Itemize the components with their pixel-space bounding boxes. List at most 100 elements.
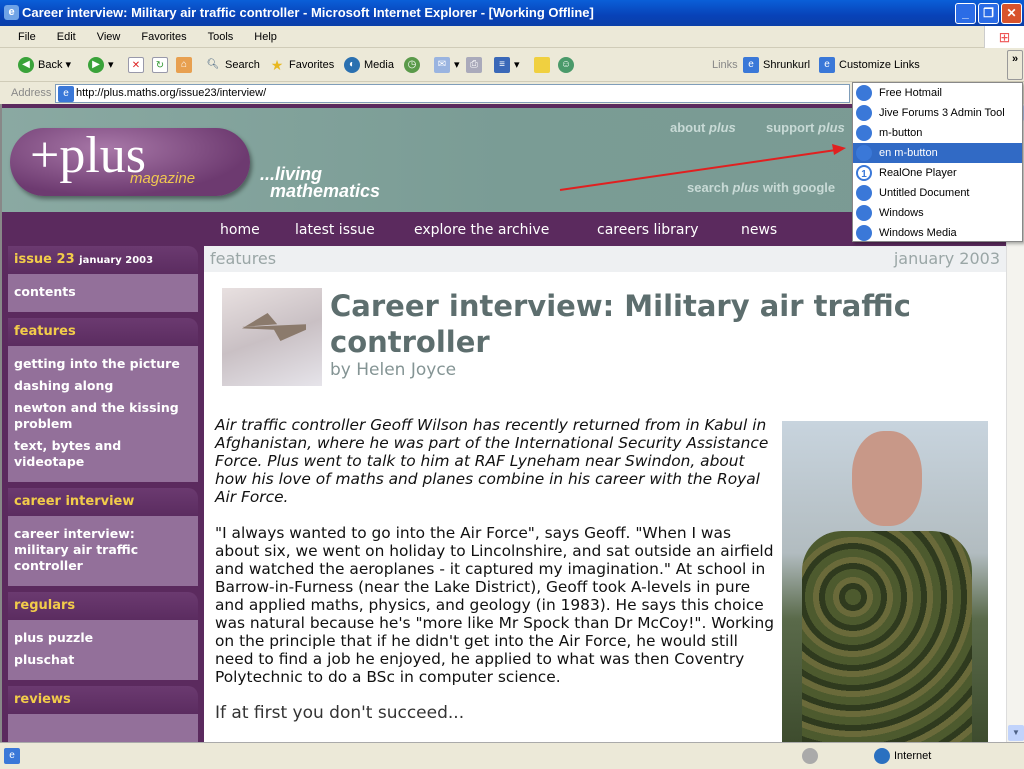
forward-button[interactable]: ▶ ▾ (88, 57, 114, 74)
media-button[interactable]: ◐ Media (344, 57, 394, 74)
jet-plane-image (222, 288, 322, 386)
address-input[interactable]: e http://plus.maths.org/issue23/intervie… (55, 84, 850, 103)
media-globe-icon: ◐ (344, 57, 360, 74)
ie-page-icon: e (4, 748, 20, 764)
close-button[interactable]: ✕ (1001, 3, 1022, 24)
links-chevron-button[interactable]: » (1007, 50, 1023, 80)
menu-item-windows[interactable]: Windows (853, 203, 1022, 223)
menu-item-realone-player[interactable]: 1 RealOne Player (853, 163, 1022, 183)
stop-button[interactable]: ✕ (128, 57, 148, 74)
nav-home[interactable]: home (220, 222, 260, 238)
links-label: Links (712, 59, 738, 71)
sidebar-item[interactable]: pluschat (14, 652, 192, 668)
article-paragraph: "I always wanted to go into the Air Forc… (215, 524, 775, 686)
ie-page-icon (856, 185, 872, 201)
sidebar-item[interactable]: text, bytes and videotape (14, 438, 192, 470)
sidebar-contents[interactable]: contents (14, 284, 192, 300)
sidebar-item[interactable]: plus puzzle (14, 630, 192, 646)
toolbar: ◀ Back ▾ ▶ ▾ ✕ ↻ ⌂ 🔍︎ Search ★ Favorites ◐ Me… (0, 48, 1024, 82)
home-icon: ⌂ (176, 57, 192, 74)
ie-page-icon (856, 225, 872, 241)
nav-latest-issue[interactable]: latest issue (295, 222, 375, 238)
tagline: ...living mathematics (260, 164, 381, 201)
edit-button[interactable]: ≡ ▾ (494, 57, 520, 74)
messenger-button[interactable]: ☺ (558, 57, 578, 74)
ie-icon: e (4, 5, 19, 20)
forward-arrow-icon: ▶ (88, 57, 104, 74)
discuss-button[interactable] (534, 57, 554, 74)
menu-help[interactable]: Help (254, 31, 277, 43)
sidebar-item[interactable]: newton and the kissing problem (14, 400, 192, 432)
article: features january 2003 Career interview: M… (204, 246, 1006, 742)
nav-news[interactable]: news (741, 222, 777, 238)
sidebar-features-heading: features (8, 318, 198, 346)
article-body: Air traffic controller Geoff Wilson has … (215, 416, 775, 722)
menu-item-en-m-button[interactable]: en m-button (853, 143, 1022, 163)
ie-page-icon: e (819, 57, 835, 74)
messenger-icon: ☺ (558, 57, 574, 74)
menu-item-windows-media[interactable]: Windows Media (853, 223, 1022, 243)
refresh-icon: ↻ (152, 57, 168, 74)
sidebar-item[interactable]: getting into the picture (14, 356, 192, 372)
realone-icon: 1 (856, 165, 872, 181)
sidebar-item[interactable]: career interview: military air traffic c… (14, 526, 192, 574)
menu-item-untitled-document[interactable]: Untitled Document (853, 183, 1022, 203)
plus-logo[interactable]: +plus magazine (10, 127, 250, 196)
globe-icon (874, 748, 890, 765)
ie-page-icon: e (58, 86, 74, 102)
sidebar-regulars-heading: regulars (8, 592, 198, 620)
search-icon: 🔍︎ (206, 59, 220, 71)
nav-careers-library[interactable]: careers library (597, 222, 699, 238)
back-button[interactable]: ◀ Back ▾ (18, 57, 71, 74)
article-intro: Air traffic controller Geoff Wilson has … (215, 416, 769, 506)
title-bar: e Career interview: Military air traffic… (0, 0, 1024, 26)
nav-explore-archive[interactable]: explore the archive (414, 222, 549, 238)
ie-page-icon (856, 205, 872, 221)
sidebar-issue-heading: issue 23 january 2003 (8, 246, 198, 274)
note-icon (534, 57, 550, 74)
menu-tools[interactable]: Tools (208, 31, 234, 43)
ie-page-icon: e (743, 57, 759, 74)
menu-file[interactable]: File (18, 31, 36, 43)
scroll-down-button[interactable]: ▼ (1008, 725, 1024, 741)
about-plus-link[interactable]: about plus (670, 120, 736, 135)
menu-item-free-hotmail[interactable]: Free Hotmail (853, 83, 1022, 103)
print-button[interactable]: ⎙ (466, 57, 486, 74)
link-customize-links[interactable]: e Customize Links (819, 57, 920, 74)
link-shrunkurl[interactable]: e Shrunkurl (743, 57, 810, 74)
address-label: Address (11, 87, 52, 99)
windows-logo-icon: ⊞ (984, 26, 1024, 48)
history-button[interactable]: ◷ (404, 57, 424, 74)
article-subheading: If at first you don't succeed... (215, 703, 465, 723)
ie-page-icon (856, 125, 872, 141)
offline-icon (802, 748, 818, 764)
history-icon: ◷ (404, 57, 420, 74)
zone-internet: Internet (874, 743, 931, 769)
menu-view[interactable]: View (97, 31, 121, 43)
stop-icon: ✕ (128, 57, 144, 74)
menu-item-m-button[interactable]: m-button (853, 123, 1022, 143)
menu-favorites[interactable]: Favorites (141, 31, 186, 43)
refresh-button[interactable]: ↻ (152, 57, 172, 74)
support-plus-link[interactable]: support plus (766, 120, 845, 135)
minimize-button[interactable]: _ (955, 3, 976, 24)
ie-page-icon (856, 145, 872, 161)
menu-edit[interactable]: Edit (57, 31, 76, 43)
favorites-button[interactable]: ★ Favorites (269, 57, 335, 74)
links-overflow-menu: Free Hotmail Jive Forums 3 Admin Tool m-… (852, 82, 1023, 242)
mail-button[interactable]: ✉ ▾ (434, 57, 460, 74)
status-bar: e Internet (0, 742, 1024, 768)
maximize-button[interactable]: ❐ (978, 3, 999, 24)
home-button[interactable]: ⌂ (176, 57, 196, 74)
search-plus-label: search plus with google (687, 180, 836, 195)
ie-page-icon (856, 105, 872, 121)
sidebar-item[interactable]: dashing along (14, 378, 192, 394)
sidebar: issue 23 january 2003 contents features … (8, 246, 198, 742)
edit-icon: ≡ (494, 57, 510, 74)
sidebar-career-heading: career interview (8, 488, 198, 516)
search-button[interactable]: 🔍︎ Search (205, 57, 260, 73)
menu-item-jive-forums[interactable]: Jive Forums 3 Admin Tool (853, 103, 1022, 123)
article-title: Career interview: Military air traffic c… (330, 289, 911, 359)
star-icon: ★ (270, 57, 284, 74)
mail-icon: ✉ (434, 57, 450, 74)
